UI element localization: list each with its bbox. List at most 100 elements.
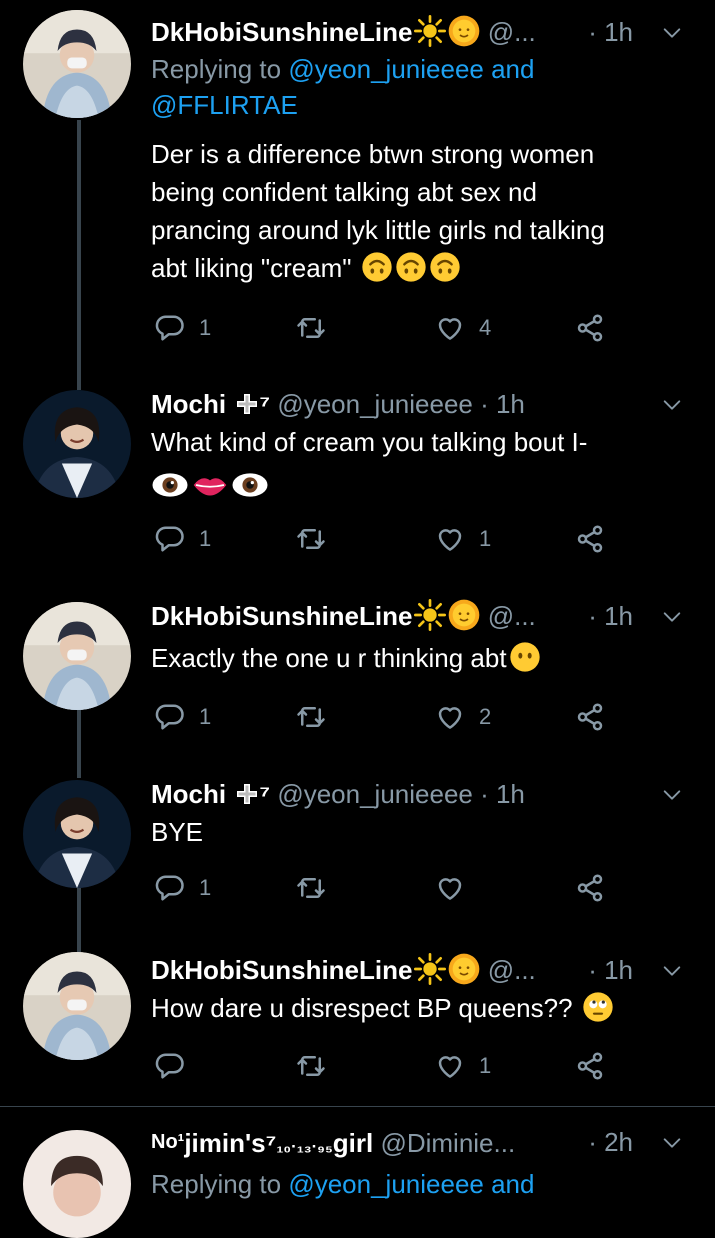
timestamp[interactable]: · 2h (588, 1124, 633, 1160)
reply-button[interactable] (155, 1046, 199, 1086)
tweet-text: What kind of cream you talking bout I- (151, 423, 685, 503)
retweet-button[interactable] (296, 868, 340, 908)
tweet-text: How dare u disrespect BP queens?? (151, 989, 685, 1027)
mention-link[interactable]: @yeon_junieeee and (288, 54, 534, 84)
reply-count: 1 (199, 875, 212, 900)
like-button[interactable]: 1 (435, 1046, 491, 1086)
reply-count: 1 (199, 526, 212, 551)
tweet[interactable]: DkHobiSunshineLine @... · 1h Exactly the… (0, 592, 715, 762)
handle[interactable]: @... (488, 17, 536, 47)
avatar[interactable] (23, 952, 131, 1060)
tweet-header: DkHobiSunshineLine @... · 1h (151, 952, 685, 988)
handle[interactable]: @yeon_junieeee (277, 779, 473, 809)
chevron-down-icon[interactable] (661, 606, 683, 628)
like-button[interactable] (435, 868, 479, 908)
eyes-emoji (151, 471, 189, 499)
display-name-tail: girl (332, 1128, 374, 1158)
handle[interactable]: @yeon_junieeee (277, 389, 473, 419)
timestamp[interactable]: · 1h (588, 952, 633, 988)
like-button[interactable]: 4 (435, 308, 491, 348)
share-button[interactable] (575, 519, 605, 559)
sun-emoji (448, 953, 480, 985)
tweet-actions: 1 (151, 1046, 621, 1086)
retweet-icon (296, 873, 326, 903)
reply-button[interactable]: 1 (155, 308, 211, 348)
like-icon (435, 873, 465, 903)
cross-emoji (235, 392, 259, 416)
eye-roll-face-emoji (582, 991, 614, 1023)
share-button[interactable] (575, 308, 605, 348)
handle[interactable]: @... (488, 601, 536, 631)
display-name[interactable]: No¹jimin's⁷₁₀·₁₃·₉₅girl (151, 1128, 373, 1158)
share-icon (575, 873, 605, 903)
reply-button[interactable]: 1 (155, 697, 211, 737)
share-button[interactable] (575, 868, 605, 908)
no-mouth-face-emoji (509, 641, 541, 673)
display-name[interactable]: Mochi (151, 779, 226, 809)
retweet-button[interactable] (296, 519, 340, 559)
display-name[interactable]: DkHobiSunshineLine (151, 601, 412, 631)
sun-emoji (448, 15, 480, 47)
reply-icon (155, 524, 185, 554)
display-name-main: jimin's (184, 1128, 266, 1158)
sun-emoji (414, 599, 446, 631)
like-icon (435, 1051, 465, 1081)
handle[interactable]: @Diminie... (380, 1128, 515, 1158)
chevron-down-icon[interactable] (661, 394, 683, 416)
share-icon (575, 1051, 605, 1081)
display-name[interactable]: Mochi (151, 389, 226, 419)
tweet-header: Mochi ⁷ @yeon_junieeee · 1h (151, 776, 685, 812)
reply-button[interactable]: 1 (155, 519, 211, 559)
avatar[interactable] (23, 780, 131, 888)
like-count: 1 (479, 526, 492, 551)
sun-emoji (414, 15, 446, 47)
avatar[interactable] (23, 10, 131, 118)
share-button[interactable] (575, 697, 605, 737)
tweet-actions: 1 4 (151, 308, 621, 348)
reply-count: 1 (199, 704, 212, 729)
timestamp[interactable]: · 1h (588, 598, 633, 634)
mention-link[interactable]: @yeon_junieeee and (288, 1169, 534, 1199)
avatar[interactable] (23, 390, 131, 498)
display-name[interactable]: DkHobiSunshineLine (151, 955, 412, 985)
tweet-text-line: What kind of cream you talking bout I- (151, 427, 588, 457)
like-button[interactable]: 1 (435, 519, 491, 559)
upside-down-face-emoji (395, 251, 427, 283)
chevron-down-icon[interactable] (661, 960, 683, 982)
tweet[interactable]: DkHobiSunshineLine @... · 1h Replying to… (0, 0, 715, 370)
retweet-button[interactable] (296, 697, 340, 737)
like-icon (435, 524, 465, 554)
tweet-text-line: How dare u disrespect BP queens?? (151, 993, 573, 1023)
tweet[interactable]: No¹jimin's⁷₁₀·₁₃·₉₅girl @Diminie... · 2h… (0, 1116, 715, 1200)
like-count: 1 (479, 1053, 492, 1078)
chevron-down-icon[interactable] (661, 22, 683, 44)
timestamp[interactable]: · 1h (480, 389, 525, 419)
handle[interactable]: @... (488, 955, 536, 985)
display-name[interactable]: DkHobiSunshineLine (151, 17, 412, 47)
chevron-down-icon[interactable] (661, 1132, 683, 1154)
display-name-suffix: ⁷ (259, 389, 271, 419)
tweet[interactable]: Mochi ⁷ @yeon_junieeee · 1h What kind of… (0, 380, 715, 580)
share-icon (575, 313, 605, 343)
mention-link[interactable]: @FFLIRTAE (151, 90, 298, 120)
share-button[interactable] (575, 1046, 605, 1086)
reply-button[interactable]: 1 (155, 868, 211, 908)
tweet-header: Mochi ⁷ @yeon_junieeee · 1h (151, 386, 685, 422)
tweet[interactable]: Mochi ⁷ @yeon_junieeee · 1h BYE 1 (0, 770, 715, 940)
retweet-icon (296, 524, 326, 554)
like-button[interactable]: 2 (435, 697, 491, 737)
timestamp[interactable]: · 1h (480, 779, 525, 809)
timestamp[interactable]: · 1h (588, 14, 633, 50)
tweet[interactable]: DkHobiSunshineLine @... · 1h How dare u … (0, 948, 715, 1098)
retweet-button[interactable] (296, 1046, 340, 1086)
tweet-text: Der is a difference btwn strong women be… (151, 135, 685, 287)
tweet-text: BYE (151, 813, 685, 851)
avatar[interactable] (23, 602, 131, 710)
retweet-button[interactable] (296, 308, 340, 348)
chevron-down-icon[interactable] (661, 784, 683, 806)
avatar[interactable] (23, 1130, 131, 1238)
tweet-actions: 1 (151, 868, 621, 908)
tweet-header: No¹jimin's⁷₁₀·₁₃·₉₅girl @Diminie... · 2h (151, 1124, 685, 1160)
reply-icon (155, 702, 185, 732)
retweet-icon (296, 313, 326, 343)
